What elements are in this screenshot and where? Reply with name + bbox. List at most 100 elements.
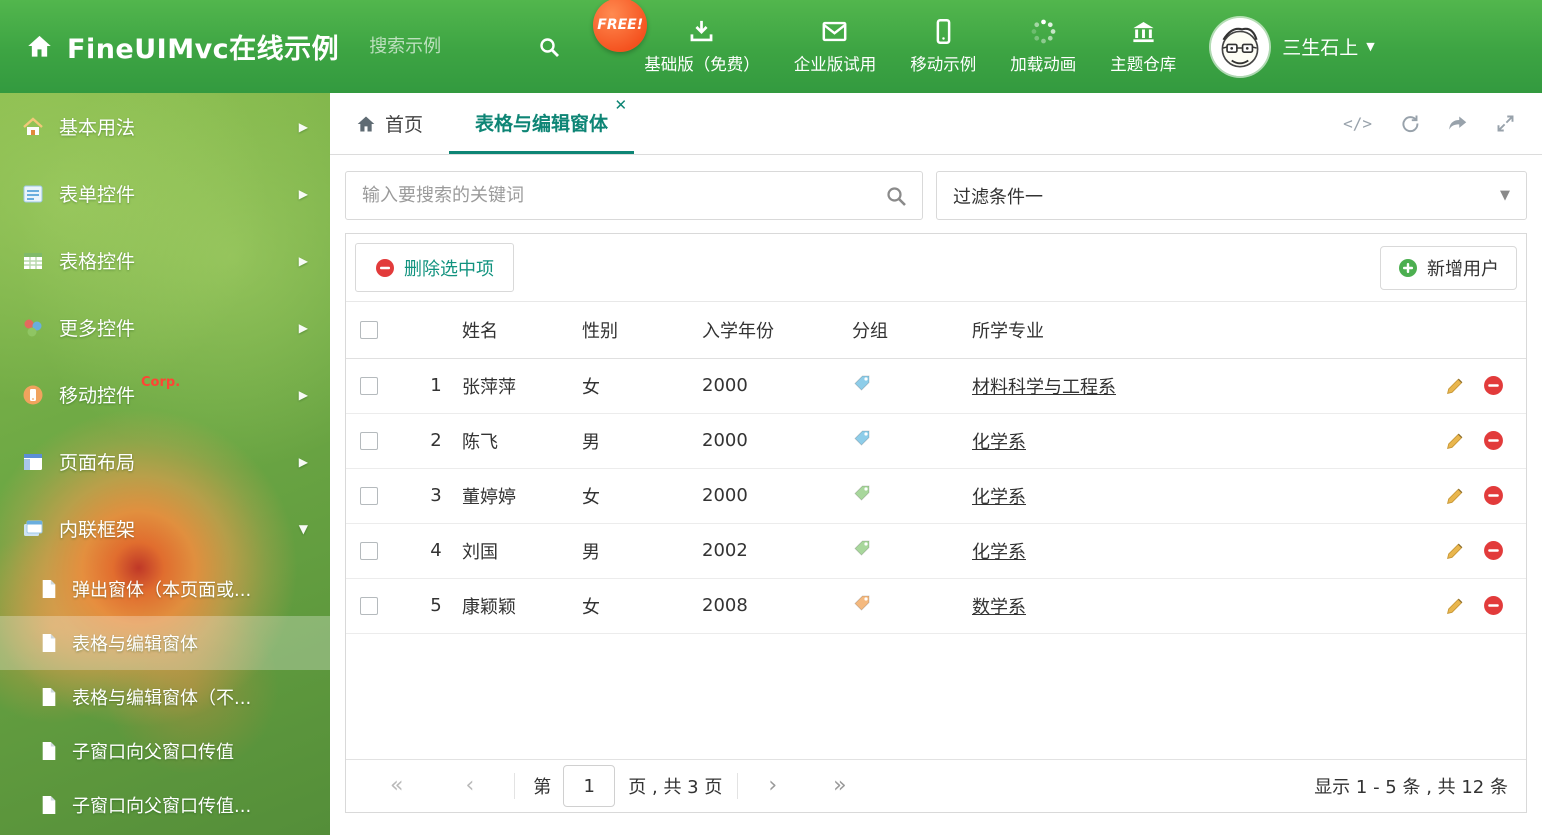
edit-icon[interactable] — [1445, 375, 1466, 396]
first-page-button[interactable]: « — [390, 775, 403, 797]
row-major-link[interactable]: 化学系 — [972, 487, 1026, 508]
tab-content: 过滤条件一 ▼ 删除选中项 新增用户 — [330, 155, 1542, 835]
delete-icon[interactable] — [1483, 485, 1504, 506]
sidebar-subitem-child-to-parent[interactable]: 子窗口向父窗口传值 — [0, 724, 330, 778]
layout-icon — [24, 453, 42, 470]
row-checkbox[interactable] — [360, 377, 378, 395]
row-index: 4 — [410, 523, 460, 579]
sidebar-subitem-label: 表格与编辑窗体（不... — [72, 688, 252, 709]
row-actions — [1416, 375, 1526, 396]
file-icon — [42, 742, 56, 760]
sidebar-item-form-controls[interactable]: 表单控件 ▶ — [0, 160, 330, 227]
row-name: 董婷婷 — [460, 468, 580, 524]
edit-icon[interactable] — [1445, 430, 1466, 451]
keyword-search-input[interactable] — [362, 185, 884, 206]
header-search-input[interactable] — [369, 36, 528, 57]
expand-icon[interactable] — [1495, 113, 1516, 134]
nav-item-theme-store[interactable]: 主题仓库 — [1093, 18, 1193, 75]
home-icon — [357, 116, 375, 131]
search-icon[interactable] — [537, 35, 561, 59]
page-suffix: 页 , 共 3 页 — [628, 777, 723, 798]
tab-grid-edit-window[interactable]: 表格与编辑窗体 ✕ — [449, 93, 635, 154]
pager-divider — [737, 773, 739, 799]
plus-circle-icon — [1399, 258, 1417, 277]
sidebar-item-more-controls[interactable]: 更多控件 ▶ — [0, 294, 330, 361]
delete-icon[interactable] — [1483, 375, 1504, 396]
file-icon — [42, 580, 56, 598]
file-icon — [42, 688, 56, 706]
chevron-down-icon: ▼ — [298, 521, 308, 536]
add-user-label: 新增用户 — [1427, 258, 1499, 280]
row-actions — [1416, 430, 1526, 451]
chevron-down-icon: ▼ — [1500, 188, 1510, 203]
sidebar-item-mobile-controls[interactable]: 移动控件 Corp. ▶ — [0, 361, 330, 428]
row-gender: 男 — [580, 413, 700, 469]
edit-icon[interactable] — [1445, 540, 1466, 561]
sidebar-subitem-grid-edit-window[interactable]: 表格与编辑窗体 — [0, 616, 330, 670]
sidebar-item-inline-frame[interactable]: 内联框架 ▼ — [0, 495, 330, 562]
brand[interactable]: FineUIMvc在线示例 — [26, 27, 339, 66]
mobile-icon — [930, 18, 957, 45]
row-gender: 女 — [580, 358, 700, 414]
next-page-button[interactable]: › — [768, 775, 777, 797]
sidebar-item-basic-usage[interactable]: 基本用法 ▶ — [0, 93, 330, 160]
delete-icon[interactable] — [1483, 430, 1504, 451]
sidebar-subitem-child-to-parent-2[interactable]: 子窗口向父窗口传值... — [0, 778, 330, 832]
avatar[interactable] — [1211, 17, 1270, 76]
sidebar-item-grid-controls[interactable]: 表格控件 ▶ — [0, 227, 330, 294]
delete-icon[interactable] — [1483, 540, 1504, 561]
delete-icon[interactable] — [1483, 595, 1504, 616]
last-page-button[interactable]: » — [833, 775, 846, 797]
mobile-icon — [23, 385, 43, 404]
row-name: 张萍萍 — [460, 358, 580, 414]
source-code-icon[interactable]: </> — [1343, 114, 1372, 133]
search-icon[interactable] — [884, 184, 908, 208]
row-actions — [1416, 540, 1526, 561]
row-year: 2000 — [700, 413, 850, 469]
chevron-down-icon: ▼ — [1366, 40, 1375, 53]
refresh-icon[interactable] — [1399, 113, 1420, 134]
prev-page-button[interactable]: ‹ — [465, 775, 474, 797]
row-major-link[interactable]: 化学系 — [972, 432, 1026, 453]
sidebar-subitem-label: 子窗口向父窗口传值... — [72, 796, 252, 817]
table-row: 1 张萍萍 女 2000 材料科学与工程系 — [346, 358, 1526, 414]
nav-item-basic-edition[interactable]: FREE! 基础版（免费） — [593, 0, 777, 75]
user-menu[interactable]: 三生石上 ▼ — [1282, 33, 1374, 60]
page-number-input[interactable] — [563, 765, 616, 807]
edit-icon[interactable] — [1445, 595, 1466, 616]
nav-label: 企业版试用 — [793, 55, 877, 74]
row-checkbox[interactable] — [360, 597, 378, 615]
nav-item-mobile-demo[interactable]: 移动示例 — [893, 18, 993, 75]
tab-close-icon[interactable]: ✕ — [614, 98, 627, 113]
row-gender: 女 — [580, 578, 700, 634]
chevron-right-icon: ▶ — [298, 186, 308, 201]
nav-item-enterprise-trial[interactable]: 企业版试用 — [777, 18, 894, 75]
tag-icon — [852, 538, 872, 558]
add-user-button[interactable]: 新增用户 — [1380, 245, 1517, 290]
filter-dropdown[interactable]: 过滤条件一 ▼ — [936, 171, 1527, 220]
row-major-link[interactable]: 化学系 — [972, 542, 1026, 563]
edit-icon[interactable] — [1445, 485, 1466, 506]
frame-icon — [24, 520, 43, 536]
spinner-icon — [1030, 18, 1057, 45]
file-icon — [42, 634, 56, 652]
row-index: 3 — [410, 468, 460, 524]
share-icon[interactable] — [1447, 113, 1468, 134]
keyword-search — [345, 171, 923, 220]
sidebar-subitem-popup-window[interactable]: 弹出窗体（本页面或... — [0, 562, 330, 616]
select-all-checkbox[interactable] — [360, 321, 378, 340]
row-major-link[interactable]: 材料科学与工程系 — [972, 377, 1116, 398]
tab-tools: </> — [1343, 93, 1542, 154]
nav-item-loading-animation[interactable]: 加载动画 — [993, 18, 1093, 75]
tab-home[interactable]: 首页 — [330, 93, 449, 154]
sidebar-subitem-label: 弹出窗体（本页面或... — [72, 580, 252, 601]
download-icon — [688, 18, 715, 45]
row-checkbox[interactable] — [360, 542, 378, 560]
widgets-icon — [24, 319, 42, 336]
row-checkbox[interactable] — [360, 432, 378, 450]
row-major-link[interactable]: 数学系 — [972, 597, 1026, 618]
row-checkbox[interactable] — [360, 487, 378, 505]
sidebar-item-page-layout[interactable]: 页面布局 ▶ — [0, 428, 330, 495]
sidebar-subitem-grid-edit-window-2[interactable]: 表格与编辑窗体（不... — [0, 670, 330, 724]
delete-selected-button[interactable]: 删除选中项 — [355, 243, 514, 292]
